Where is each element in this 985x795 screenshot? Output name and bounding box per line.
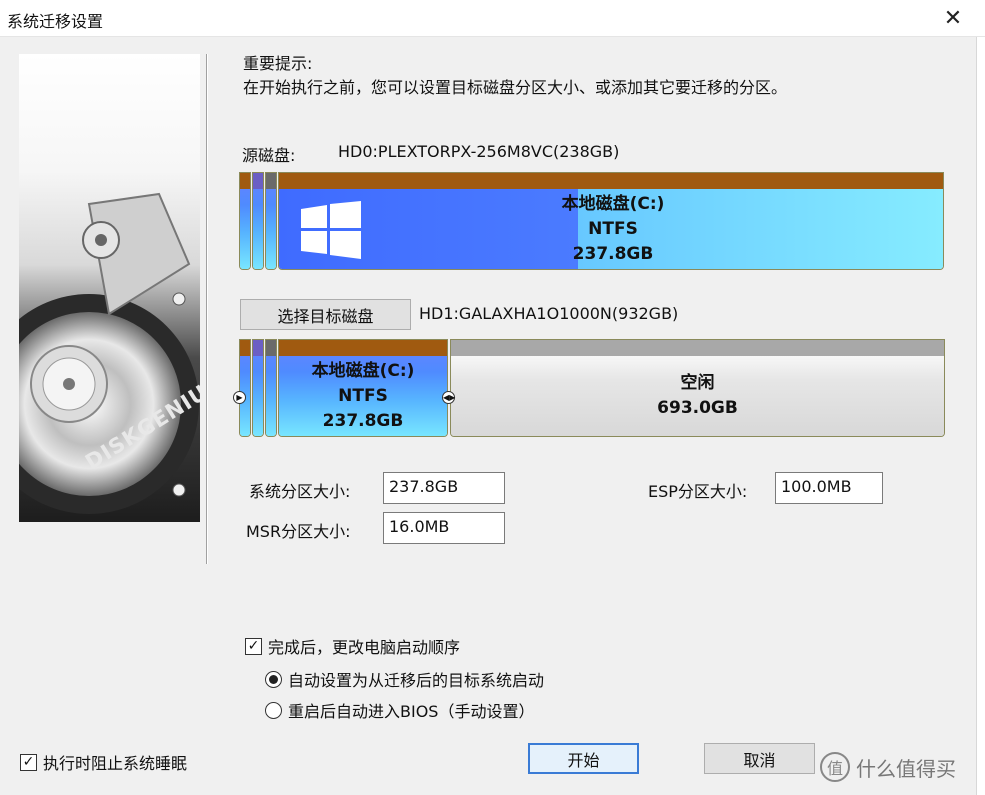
source-recovery-partition[interactable] [265,172,277,270]
target-recovery-partition[interactable] [265,339,277,437]
partition-name: 本地磁盘(C:) [561,193,665,214]
change-boot-order-label: 完成后，更改电脑启动顺序 [268,638,461,657]
free-space-size: 693.0GB [657,398,738,418]
resize-handle-icon[interactable]: ◀▶ [442,391,455,404]
target-msr-partition[interactable] [252,339,264,437]
watermark-text: 什么值得买 [856,756,956,781]
change-boot-order-checkbox[interactable]: ✓ 完成后，更改电脑启动顺序 [245,634,460,658]
free-space-label: 空闲 [680,373,715,393]
source-msr-partition[interactable] [252,172,264,270]
enter-bios-label: 重启后自动进入BIOS（手动设置） [288,702,535,721]
target-free-space[interactable]: 空闲 693.0GB [450,339,945,437]
partition-name: 本地磁盘(C:) [311,360,415,381]
msr-partition-size-input[interactable]: 16.0MB [383,512,505,544]
prevent-sleep-label: 执行时阻止系统睡眠 [43,754,188,773]
msr-partition-size-label: MSR分区大小: [246,522,351,541]
radio-unselected-icon [265,701,282,719]
start-button[interactable]: 开始 [528,743,639,774]
close-button[interactable]: ✕ [921,0,985,37]
title-bar: 系统迁移设置 ✕ [0,0,985,37]
esp-partition-size-input[interactable]: 100.0MB [775,472,883,504]
target-c-partition[interactable]: 本地磁盘(C:) NTFS 237.8GB [278,339,448,437]
window-edge [976,37,985,795]
cancel-button[interactable]: 取消 [704,743,815,774]
notice-title: 重要提示: [243,54,313,73]
source-c-partition[interactable]: 本地磁盘(C:) NTFS 237.8GB [278,172,944,270]
auto-boot-radio[interactable]: 自动设置为从迁移后的目标系统启动 [265,667,544,691]
partition-size: 237.8GB [572,243,654,264]
partition-fs: NTFS [588,218,638,239]
source-disk-map: 本地磁盘(C:) NTFS 237.8GB [239,172,944,270]
system-partition-size-label: 系统分区大小: [249,482,351,501]
diskgenius-banner-image: DISKGENIUS [19,54,200,522]
prevent-sleep-checkbox[interactable]: ✓ 执行时阻止系统睡眠 [20,750,187,774]
checkbox-checked-icon: ✓ [20,753,37,771]
resize-handle-left-icon[interactable]: ▶ [233,391,246,404]
source-disk-name: HD0:PLEXTORPX-256M8VC(238GB) [338,142,620,161]
radio-selected-icon [265,670,282,688]
enter-bios-radio[interactable]: 重启后自动进入BIOS（手动设置） [265,698,534,722]
close-icon: ✕ [943,6,963,31]
target-disk-name: HD1:GALAXHA1O1000N(932GB) [419,304,679,323]
notice-body: 在开始执行之前，您可以设置目标磁盘分区大小、或添加其它要迁移的分区。 [243,78,788,97]
target-disk-map: 本地磁盘(C:) NTFS 237.8GB 空闲 693.0GB ▶ ◀▶ [233,339,945,437]
system-partition-size-input[interactable]: 237.8GB [383,472,505,504]
checkbox-checked-icon: ✓ [245,637,262,655]
window-title: 系统迁移设置 [7,12,104,31]
watermark: 值 什么值得买 [820,752,956,782]
esp-partition-size-label: ESP分区大小: [648,482,748,501]
target-esp-partition[interactable] [239,339,251,437]
watermark-logo-icon: 值 [820,752,850,782]
select-target-disk-button[interactable]: 选择目标磁盘 [240,299,411,330]
partition-fs: NTFS [338,385,388,406]
source-esp-partition[interactable] [239,172,251,270]
source-disk-label: 源磁盘: [242,146,296,165]
auto-boot-label: 自动设置为从迁移后的目标系统启动 [288,671,545,690]
vertical-divider [206,54,208,564]
partition-size: 237.8GB [322,410,404,431]
